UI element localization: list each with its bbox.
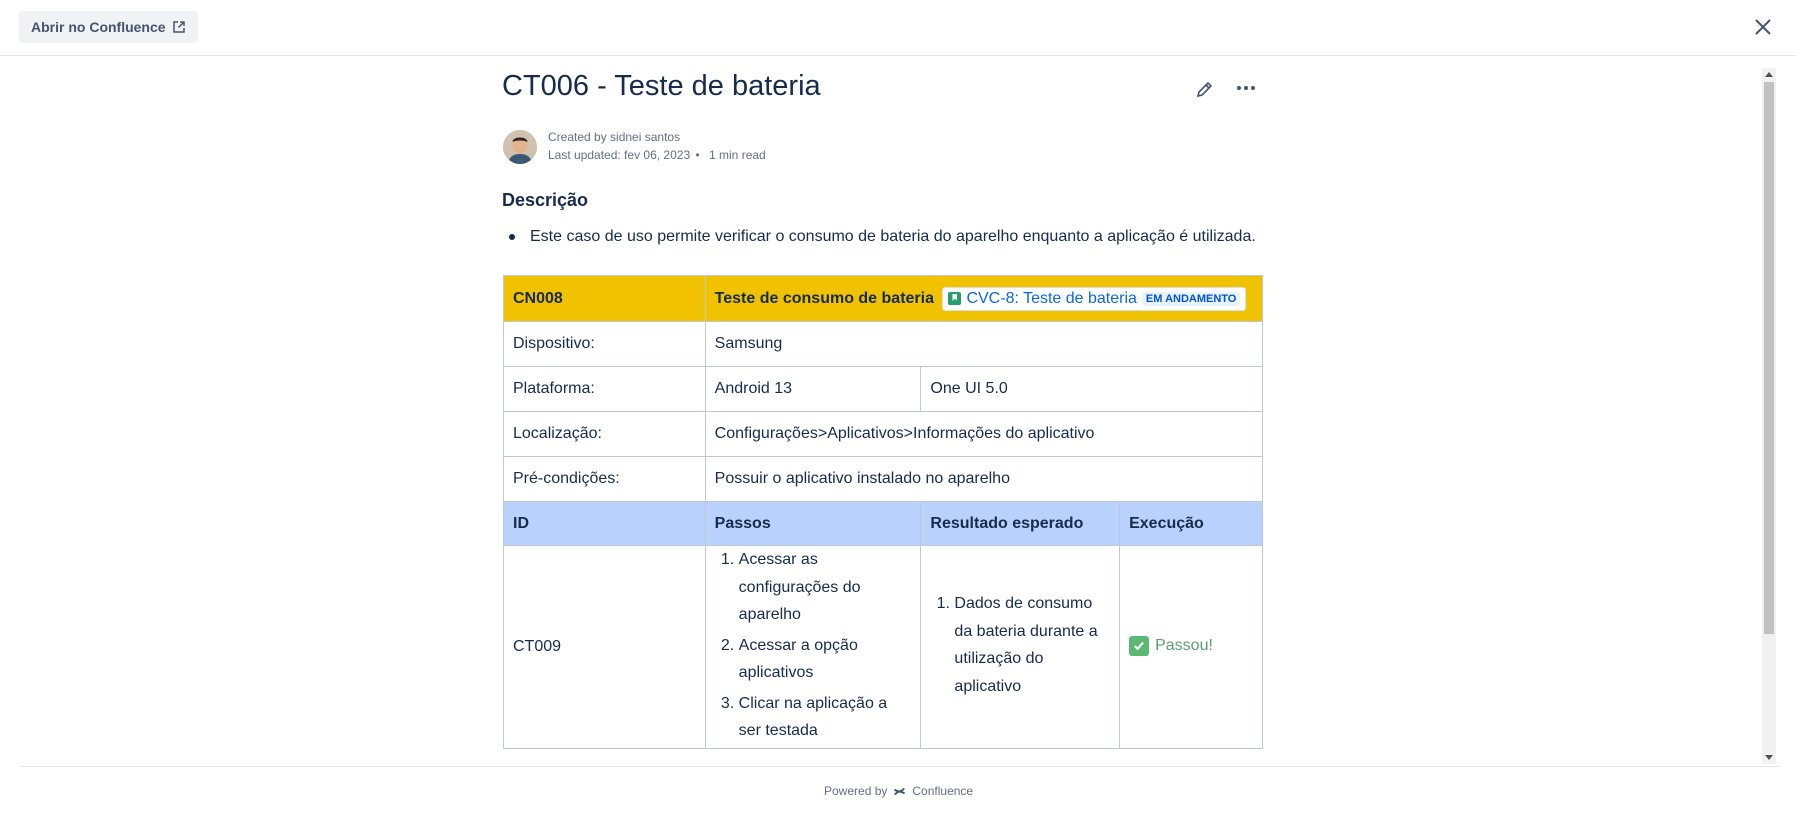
external-link-icon bbox=[172, 21, 185, 33]
row-value-secondary: One UI 5.0 bbox=[920, 366, 1263, 412]
column-header-execution: Execução bbox=[1119, 501, 1263, 546]
table-row: Pré-condições: Possuir o aplicativo inst… bbox=[503, 456, 1264, 502]
table-row: Dispositivo: Samsung bbox=[503, 321, 1264, 367]
scroll-up-arrow-icon[interactable] bbox=[1765, 72, 1773, 77]
jira-issue-text: CVC-8: Teste de bateria bbox=[966, 289, 1137, 307]
confluence-brand: Confluence bbox=[912, 784, 974, 798]
open-in-confluence-button[interactable]: Abrir no Confluence bbox=[19, 11, 198, 43]
description-text: Este caso de uso permite verificar o con… bbox=[530, 228, 1256, 245]
row-label: Plataforma: bbox=[503, 366, 706, 412]
step-item: Acessar a opção aplicativos bbox=[739, 632, 912, 687]
powered-by-text: Powered by bbox=[824, 784, 888, 798]
execution-cell: Passou! bbox=[1119, 545, 1263, 749]
column-header-steps: Passos bbox=[704, 501, 922, 546]
expected-item: Dados de consumo da bateria durante a ut… bbox=[954, 590, 1110, 700]
execution-status: Passou! bbox=[1129, 635, 1213, 656]
open-in-confluence-label: Abrir no Confluence bbox=[31, 19, 166, 35]
footer: Powered by Confluence bbox=[0, 766, 1796, 814]
columns-header-row: ID Passos Resultado esperado Execução bbox=[503, 501, 1263, 546]
table-row: Localização: Configurações>Aplicativos>I… bbox=[503, 411, 1264, 457]
expected-list: Dados de consumo da bateria durante a ut… bbox=[930, 590, 1110, 700]
more-options-icon[interactable] bbox=[1234, 78, 1258, 98]
read-time: 1 min read bbox=[709, 148, 766, 162]
row-value: Possuir o aplicativo instalado no aparel… bbox=[704, 456, 1264, 502]
page-title: CT006 - Teste de bateria bbox=[502, 70, 821, 102]
column-header-expected: Resultado esperado bbox=[920, 501, 1121, 546]
powered-by[interactable]: Powered by Confluence bbox=[824, 784, 973, 798]
author-avatar[interactable] bbox=[503, 130, 537, 164]
check-mark-icon bbox=[1129, 635, 1150, 656]
created-by: Created by sidnei santos bbox=[548, 130, 681, 144]
test-steps-cell: Acessar as configurações do aparelho Ace… bbox=[704, 545, 922, 749]
execution-text: Passou! bbox=[1155, 636, 1213, 654]
step-item: Acessar as configurações do aparelho bbox=[739, 546, 912, 629]
expected-result-cell: Dados de consumo da bateria durante a ut… bbox=[920, 545, 1121, 749]
jira-issue-link[interactable]: CVC-8: Teste de bateria EM ANDAMENTO bbox=[942, 286, 1247, 311]
scrollbar-thumb[interactable] bbox=[1764, 82, 1774, 634]
jira-story-icon bbox=[948, 292, 962, 305]
scroll-down-arrow-icon[interactable] bbox=[1765, 755, 1773, 760]
byline: Created by sidnei santos Last updated: f… bbox=[548, 128, 766, 164]
row-value: Configurações>Aplicativos>Informações do… bbox=[704, 411, 1264, 457]
footer-divider bbox=[19, 766, 1779, 767]
row-label: Dispositivo: bbox=[503, 321, 706, 367]
description-bullet: Este caso de uso permite verificar o con… bbox=[509, 228, 1256, 246]
separator-dot: • bbox=[695, 148, 700, 162]
confluence-logo-icon bbox=[894, 787, 906, 795]
case-title: Teste de consumo de bateria bbox=[714, 289, 934, 307]
test-case-table: CN008 Teste de consumo de bateria CVC-8:… bbox=[503, 275, 1264, 749]
test-row: CT009 Acessar as configurações do aparel… bbox=[503, 545, 1263, 749]
avatar-person-icon bbox=[503, 130, 537, 164]
edit-pencil-icon[interactable] bbox=[1195, 79, 1215, 99]
column-header-id: ID bbox=[503, 501, 706, 546]
bullet-disc bbox=[509, 234, 515, 240]
top-bar: Abrir no Confluence bbox=[0, 0, 1796, 56]
step-item: Clicar na aplicação a ser testada bbox=[739, 690, 912, 745]
table-header-row: CN008 Teste de consumo de bateria CVC-8:… bbox=[503, 275, 1264, 322]
steps-list: Acessar as configurações do aparelho Ace… bbox=[715, 546, 912, 745]
close-icon[interactable] bbox=[1752, 16, 1774, 38]
table-row: Plataforma: Android 13 One UI 5.0 bbox=[503, 366, 1263, 412]
page-content: CT006 - Teste de bateria Created by sidn… bbox=[0, 56, 1796, 766]
case-id-cell: CN008 bbox=[503, 275, 706, 322]
test-id: CT009 bbox=[503, 545, 706, 749]
row-label: Localização: bbox=[503, 411, 706, 457]
row-value: Android 13 bbox=[704, 366, 922, 412]
vertical-scrollbar[interactable] bbox=[1762, 68, 1776, 764]
row-value: Samsung bbox=[704, 321, 1264, 367]
status-badge: EM ANDAMENTO bbox=[1141, 291, 1241, 306]
description-heading: Descrição bbox=[502, 190, 589, 210]
last-updated: Last updated: fev 06, 2023 bbox=[548, 148, 691, 162]
row-label: Pré-condições: bbox=[503, 456, 706, 502]
case-title-cell: Teste de consumo de bateria CVC-8: Teste… bbox=[704, 275, 1264, 322]
